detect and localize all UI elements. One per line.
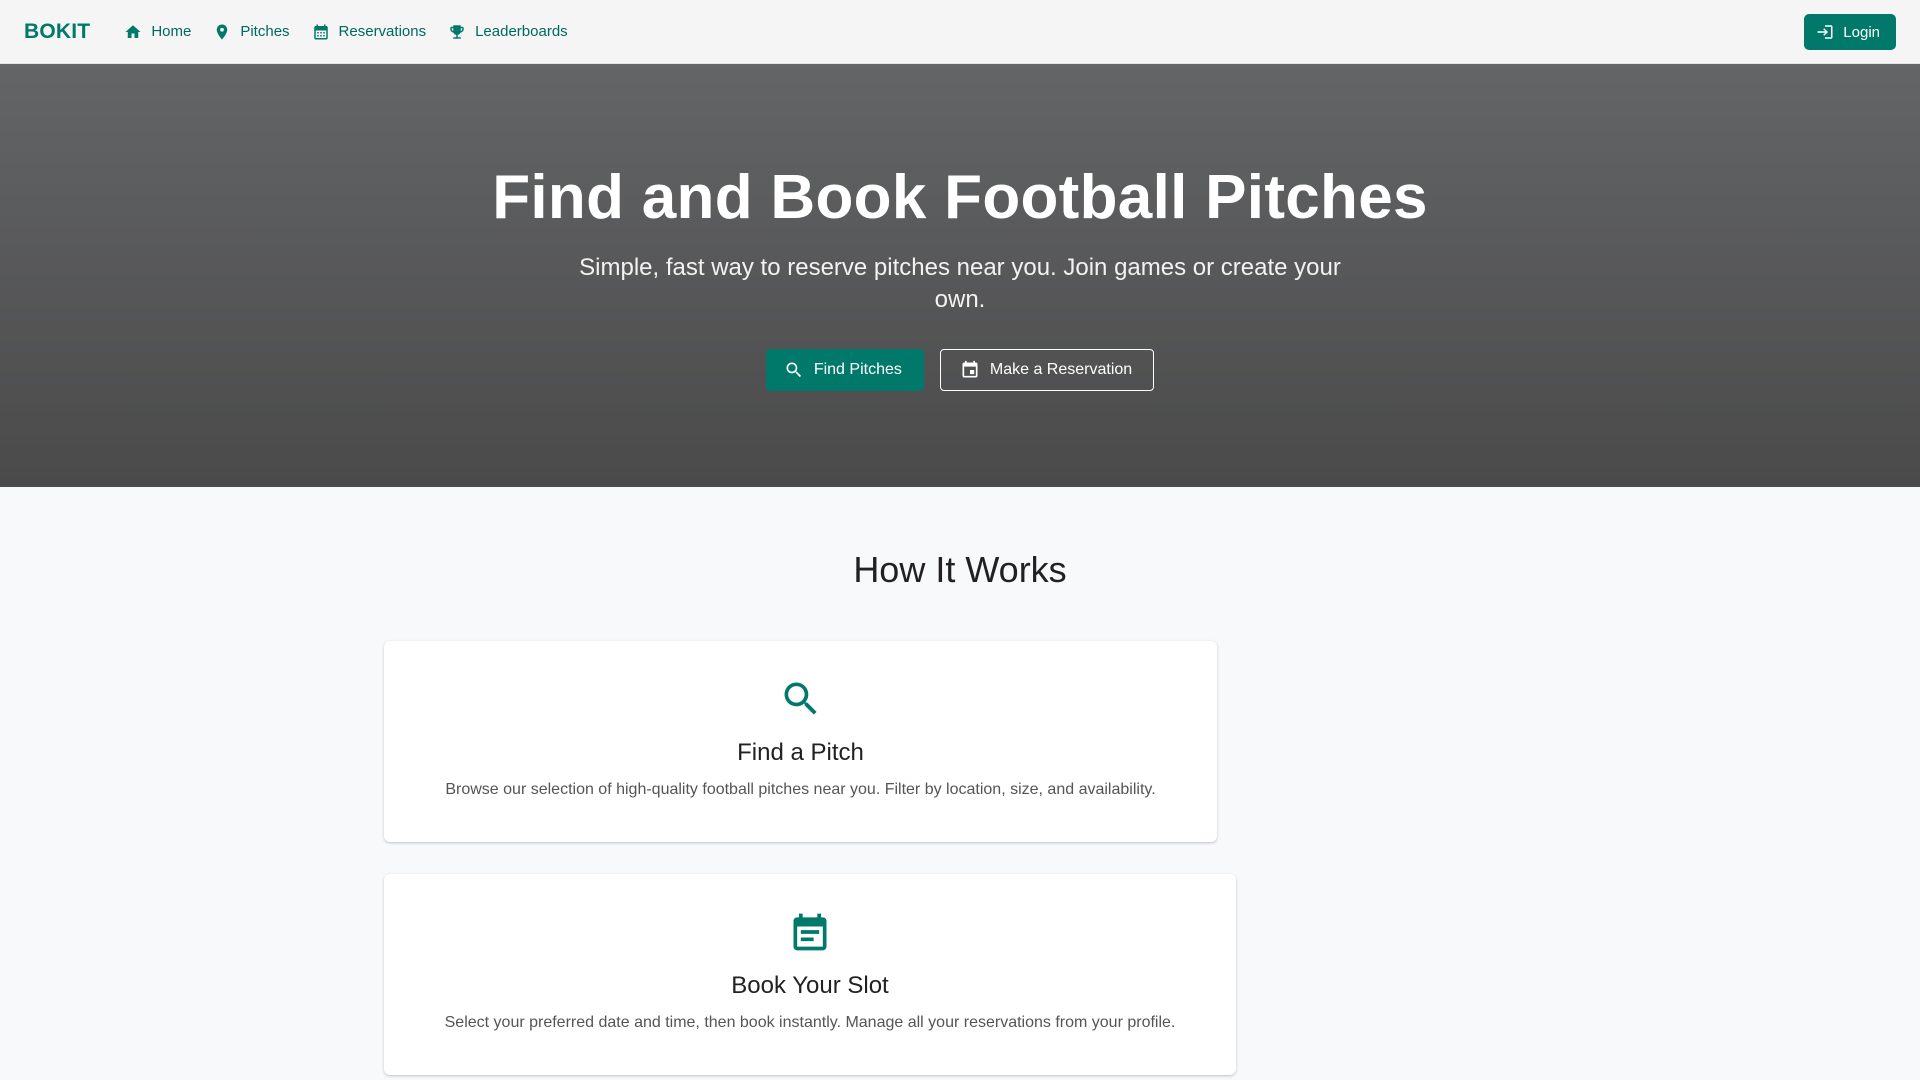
card-title: Book Your Slot [731, 972, 889, 999]
calendar-icon [793, 913, 827, 951]
login-icon [1817, 25, 1833, 39]
card-text: Select your preferred date and time, the… [444, 1014, 1176, 1031]
search-icon [784, 682, 817, 715]
find-pitches-button[interactable]: Find Pitches [765, 349, 924, 391]
nav-link-label: Home [151, 23, 192, 40]
make-reservation-button[interactable]: Make a Reservation [939, 349, 1155, 391]
feature-card-find-pitch: Find a Pitch Browse our selection of hig… [384, 641, 1217, 842]
hero-subtitle: Simple, fast way to reserve pitches near… [579, 254, 1341, 313]
nav-link-label: Pitches [240, 23, 290, 40]
find-pitches-label: Find Pitches [813, 361, 902, 378]
nav-link-label: Leaderboards [475, 23, 568, 40]
search-icon [786, 362, 801, 378]
feature-card-book-slot: Book Your Slot Select your preferred dat… [384, 874, 1236, 1075]
calendar-note-icon [962, 360, 978, 378]
location-pin-icon [217, 24, 228, 39]
brand-logo[interactable]: BOKIT [24, 20, 90, 44]
top-navbar: BOKIT Home Pitches Reservations Leaderbo… [0, 0, 1920, 64]
hero-actions: Find Pitches Make a Reservation [0, 349, 1920, 391]
card-text: Browse our selection of high-quality foo… [445, 781, 1156, 798]
nav-link-pitches[interactable]: Pitches [213, 23, 290, 41]
card-title: Find a Pitch [737, 739, 864, 766]
nav-link-leaderboards[interactable]: Leaderboards [448, 23, 568, 41]
hero-section: Find and Book Football Pitches Simple, f… [0, 64, 1920, 487]
nav-link-label: Reservations [338, 23, 427, 40]
nav-links: Home Pitches Reservations Leaderboards [124, 23, 568, 41]
calendar-icon [313, 24, 328, 39]
login-button[interactable]: Login [1804, 14, 1896, 50]
make-reservation-label: Make a Reservation [989, 361, 1133, 378]
nav-link-home[interactable]: Home [124, 23, 191, 41]
hero-title: Find and Book Football Pitches [492, 163, 1428, 232]
section-title: How It Works [853, 549, 1067, 590]
nav-link-reservations[interactable]: Reservations [312, 23, 427, 41]
trophy-icon [450, 24, 464, 39]
home-icon [125, 24, 141, 38]
login-label: Login [1843, 23, 1880, 41]
